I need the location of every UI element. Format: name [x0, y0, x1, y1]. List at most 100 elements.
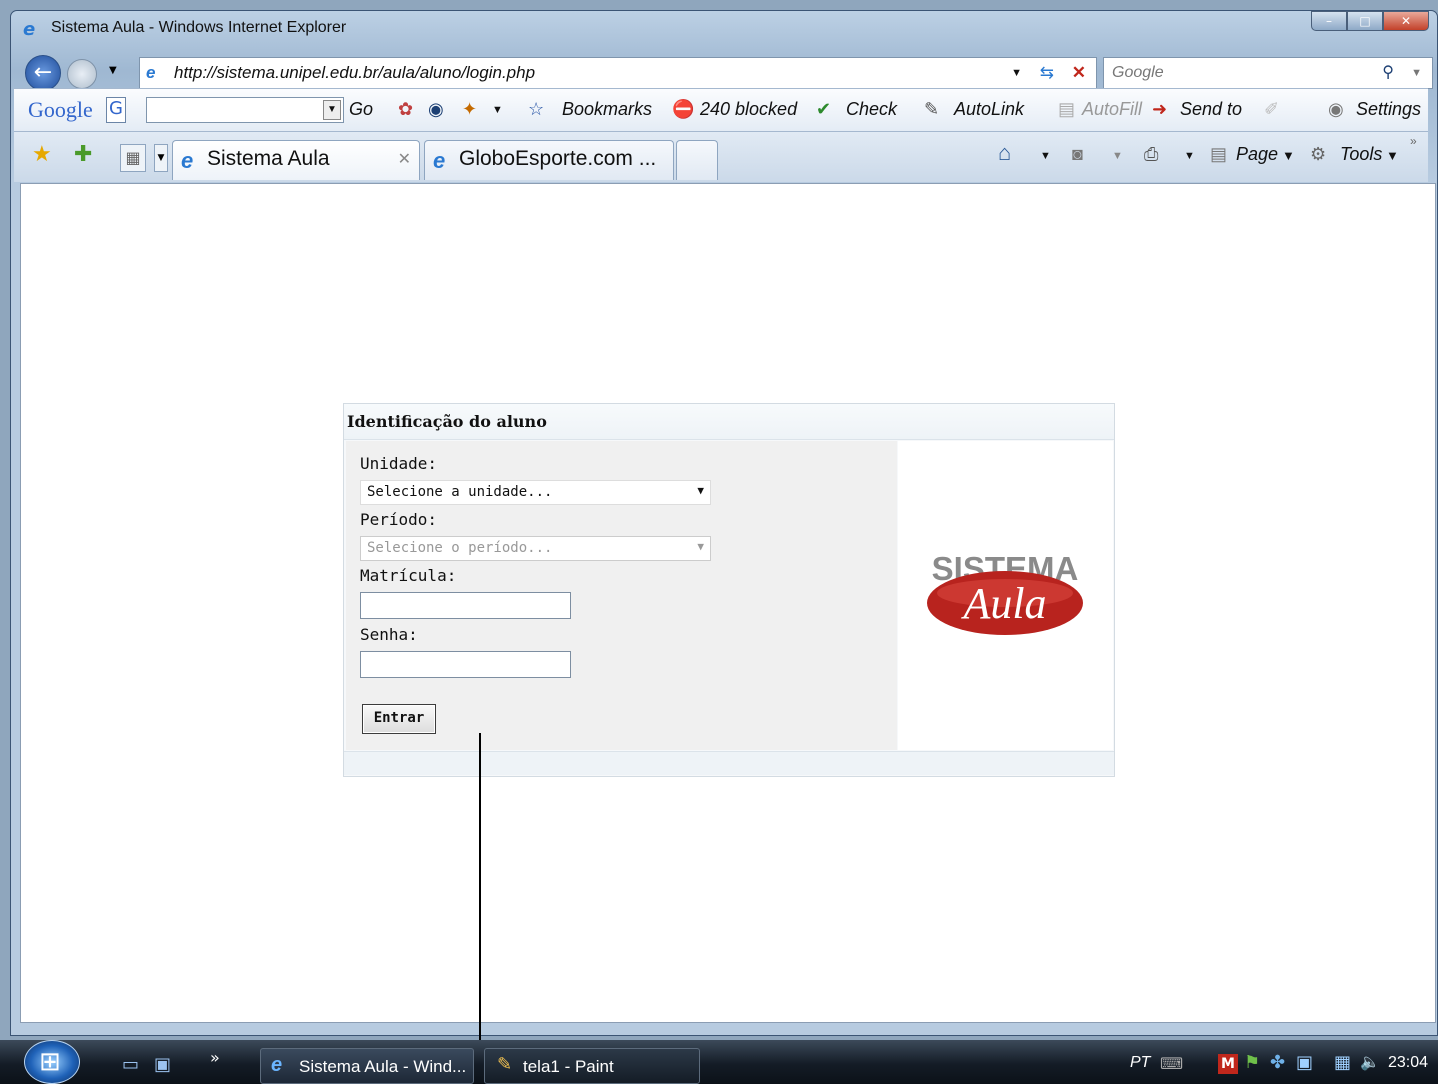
page-content: Identificação do aluno Unidade: Selecion…: [20, 183, 1436, 1023]
ie-icon: e: [23, 19, 36, 40]
volume-icon[interactable]: 🔈: [1360, 1052, 1380, 1071]
quick-tabs-icon[interactable]: ▦: [120, 144, 146, 172]
google-search-input[interactable]: ▼: [146, 97, 344, 123]
tab-bar: ★ ✚ ▦ ▼ e Sistema Aula ✕ e GloboEsporte.…: [14, 132, 1428, 182]
wand-icon[interactable]: ✎: [924, 99, 939, 120]
back-button[interactable]: ←: [25, 55, 61, 91]
search-icon[interactable]: ⚲: [1382, 58, 1394, 88]
page-icon: ▤: [1210, 144, 1228, 164]
logo-aula-text: Aula: [960, 579, 1046, 628]
send-to-button[interactable]: Send to: [1180, 99, 1242, 120]
print-icon[interactable]: ⎙: [1144, 144, 1158, 165]
taskbar-item-label: Sistema Aula - Wind...: [299, 1057, 467, 1076]
minimize-button[interactable]: –: [1311, 11, 1347, 31]
login-form: Unidade: Selecione a unidade... ▼ Períod…: [346, 441, 897, 750]
tab-list-dropdown-icon[interactable]: ▼: [154, 144, 168, 172]
display-icon[interactable]: ▣: [1296, 1052, 1313, 1073]
new-tab-button[interactable]: [676, 140, 718, 180]
more-dropdown-icon[interactable]: ▼: [492, 104, 503, 116]
unidade-select[interactable]: Selecione a unidade... ▼: [360, 480, 711, 505]
favorites-star-icon[interactable]: ★: [32, 142, 52, 167]
show-desktop-icon[interactable]: ▭: [122, 1054, 139, 1075]
send-icon[interactable]: ➜: [1152, 99, 1167, 120]
tools-menu[interactable]: Tools: [1340, 144, 1382, 165]
forward-button[interactable]: [67, 59, 97, 89]
matricula-label: Matrícula:: [360, 566, 457, 585]
news-icon[interactable]: ✦: [462, 99, 477, 120]
settings-button[interactable]: Settings: [1356, 99, 1421, 120]
antivirus-icon[interactable]: M: [1218, 1054, 1238, 1074]
page-menu[interactable]: Page: [1236, 144, 1278, 165]
address-bar[interactable]: e http://sistema.unipel.edu.br/aula/alun…: [139, 57, 1097, 89]
language-indicator[interactable]: PT: [1130, 1054, 1150, 1072]
quicklaunch-more-icon[interactable]: »: [210, 1048, 220, 1067]
home-icon[interactable]: ⌂: [998, 140, 1011, 166]
feeds-icon[interactable]: ◙: [1072, 144, 1083, 165]
chevron-more-icon[interactable]: »: [1410, 134, 1417, 148]
messenger-icon[interactable]: ✤: [1270, 1052, 1285, 1073]
connection-icon[interactable]: ▦: [1334, 1052, 1351, 1073]
entrar-button[interactable]: Entrar: [362, 704, 436, 734]
add-favorite-icon[interactable]: ✚: [74, 142, 92, 167]
autolink-button[interactable]: AutoLink: [954, 99, 1024, 120]
print-dropdown-icon[interactable]: ▼: [1184, 150, 1195, 162]
stop-icon[interactable]: ✕: [1072, 58, 1086, 88]
paint-icon: ✎: [497, 1054, 513, 1074]
tab-globoesporte[interactable]: e GloboEsporte.com ...: [424, 140, 674, 180]
search-placeholder: Google: [1112, 64, 1164, 81]
start-button[interactable]: ⊞: [24, 1040, 80, 1084]
google-g-icon[interactable]: G: [106, 97, 126, 123]
close-tab-icon[interactable]: ✕: [398, 149, 411, 169]
feeds-dropdown-icon[interactable]: ▼: [1112, 150, 1123, 162]
ie-icon: e: [433, 148, 446, 173]
check-button[interactable]: Check: [846, 99, 897, 120]
keyboard-icon[interactable]: ⌨: [1160, 1054, 1183, 1073]
google-dropdown-icon[interactable]: ▼: [323, 100, 341, 120]
popup-blocker-icon: ⛔: [672, 99, 695, 119]
network-tray-icon[interactable]: ⚑: [1244, 1052, 1260, 1073]
go-button[interactable]: Go: [349, 99, 373, 120]
periodo-label: Período:: [360, 510, 438, 529]
highlighter-icon: ✐: [1264, 99, 1280, 119]
login-panel: Identificação do aluno Unidade: Selecion…: [343, 403, 1115, 777]
chevron-down-icon: ▼: [697, 540, 704, 553]
url-text: http://sistema.unipel.edu.br/aula/aluno/…: [174, 63, 536, 82]
maximize-button[interactable]: □: [1347, 11, 1383, 31]
popup-icon[interactable]: ✿: [398, 99, 413, 120]
tools-dropdown-icon[interactable]: ▼: [1386, 148, 1399, 163]
search-options-icon[interactable]: ▼: [1411, 58, 1422, 88]
unidade-value: Selecione a unidade...: [367, 484, 553, 500]
page-icon: e: [146, 63, 156, 82]
refresh-icon[interactable]: ⇆: [1040, 58, 1054, 88]
settings-icon[interactable]: ◉: [1328, 99, 1344, 120]
taskbar-item-ie[interactable]: e Sistema Aula - Wind...: [260, 1048, 474, 1084]
spellcheck-icon[interactable]: ✔: [816, 99, 831, 120]
taskbar-item-label: tela1 - Paint: [523, 1057, 614, 1076]
unidade-label: Unidade:: [360, 454, 438, 473]
blocked-count[interactable]: 240 blocked: [700, 99, 797, 120]
periodo-select[interactable]: Selecione o período... ▼: [360, 536, 711, 561]
history-dropdown-icon[interactable]: ▼: [109, 65, 117, 76]
search-input[interactable]: Google ⚲ ▼: [1103, 57, 1433, 89]
taskbar: ⊞ ▭ ▣ » e Sistema Aula - Wind... ✎ tela1…: [0, 1040, 1438, 1084]
clock[interactable]: 23:04: [1388, 1054, 1428, 1072]
chevron-down-icon: ▼: [697, 484, 704, 497]
address-dropdown-icon[interactable]: ▼: [1011, 58, 1022, 88]
periodo-value: Selecione o período...: [367, 540, 553, 556]
star-icon[interactable]: ☆: [528, 99, 544, 120]
switch-windows-icon[interactable]: ▣: [154, 1054, 171, 1075]
autofill-button[interactable]: AutoFill: [1082, 99, 1142, 120]
matricula-field[interactable]: [360, 592, 571, 619]
close-button[interactable]: ✕: [1383, 11, 1429, 31]
pagerank-icon[interactable]: ◉: [428, 99, 444, 120]
gear-icon: ⚙: [1310, 144, 1327, 164]
ie-icon: e: [271, 1054, 283, 1076]
taskbar-item-paint[interactable]: ✎ tela1 - Paint: [484, 1048, 700, 1084]
ie-icon: e: [181, 148, 194, 173]
page-dropdown-icon[interactable]: ▼: [1282, 148, 1295, 163]
home-dropdown-icon[interactable]: ▼: [1040, 150, 1051, 162]
senha-field[interactable]: [360, 651, 571, 678]
bookmarks-button[interactable]: Bookmarks: [562, 99, 652, 120]
tab-sistema-aula[interactable]: e Sistema Aula ✕: [172, 140, 420, 180]
senha-label: Senha:: [360, 625, 418, 644]
